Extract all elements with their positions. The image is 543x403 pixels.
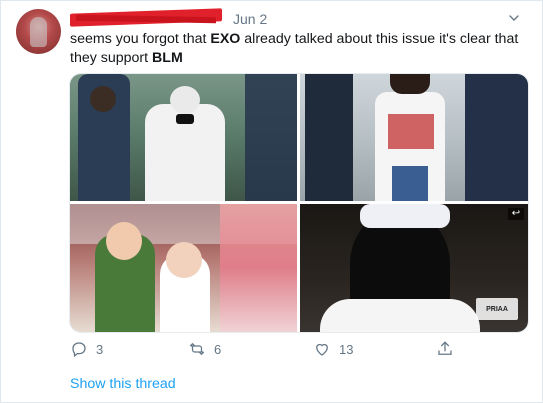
shirt-print: [388, 114, 434, 149]
like-button[interactable]: 13: [313, 340, 353, 358]
tweet-actions: 3 6 13: [70, 340, 530, 360]
share-button[interactable]: [436, 340, 454, 358]
tweet-text-part: seems you forgot that: [70, 31, 211, 47]
retweet-button[interactable]: 6: [188, 340, 221, 358]
person-head: [90, 86, 116, 112]
tweet-date[interactable]: Jun 2: [233, 11, 267, 27]
person-shape: [305, 74, 353, 201]
flower-wreath: [220, 204, 297, 332]
retweet-icon: [189, 342, 205, 356]
tweet-header: Jun 2: [70, 8, 530, 29]
tweet-text: seems you forgot that EXO already talked…: [70, 30, 530, 68]
cap-shape: [170, 86, 200, 114]
person-face: [106, 222, 142, 260]
reply-button[interactable]: 3: [70, 340, 103, 358]
cap-shape: [360, 204, 450, 228]
tweet-card[interactable]: Jun 2 seems you forgot that EXO already …: [0, 0, 543, 403]
redacted-display-name: [70, 8, 222, 27]
person-shape: [245, 74, 297, 201]
retweet-count: 6: [214, 341, 222, 357]
avatar[interactable]: [16, 9, 61, 54]
media-photo-1[interactable]: [70, 74, 297, 201]
person-head: [390, 74, 430, 94]
watermark-logo: PRIAA: [476, 298, 518, 320]
media-photo-2[interactable]: [300, 74, 528, 201]
media-photo-3[interactable]: [70, 204, 297, 332]
tweet-text-bold: BLM: [152, 50, 183, 66]
mask-shape: [176, 114, 194, 124]
media-photo-4[interactable]: ↩ PRIAA: [300, 204, 528, 332]
person-shape: [465, 74, 528, 201]
expand-icon[interactable]: ↩: [508, 208, 524, 220]
shirt-shape: [320, 299, 480, 332]
jeans: [392, 166, 428, 201]
person-face: [166, 242, 202, 278]
avatar-figure: [30, 17, 47, 47]
heart-icon: [316, 343, 328, 356]
reply-icon: [72, 342, 86, 358]
show-thread-link[interactable]: Show this thread: [70, 376, 176, 392]
tweet-text-bold: EXO: [210, 31, 241, 47]
share-icon: [438, 341, 452, 355]
reply-count: 3: [96, 341, 104, 357]
media-grid: ↩ PRIAA: [69, 73, 529, 333]
like-count: 13: [339, 341, 354, 357]
chevron-down-icon[interactable]: [506, 10, 522, 26]
